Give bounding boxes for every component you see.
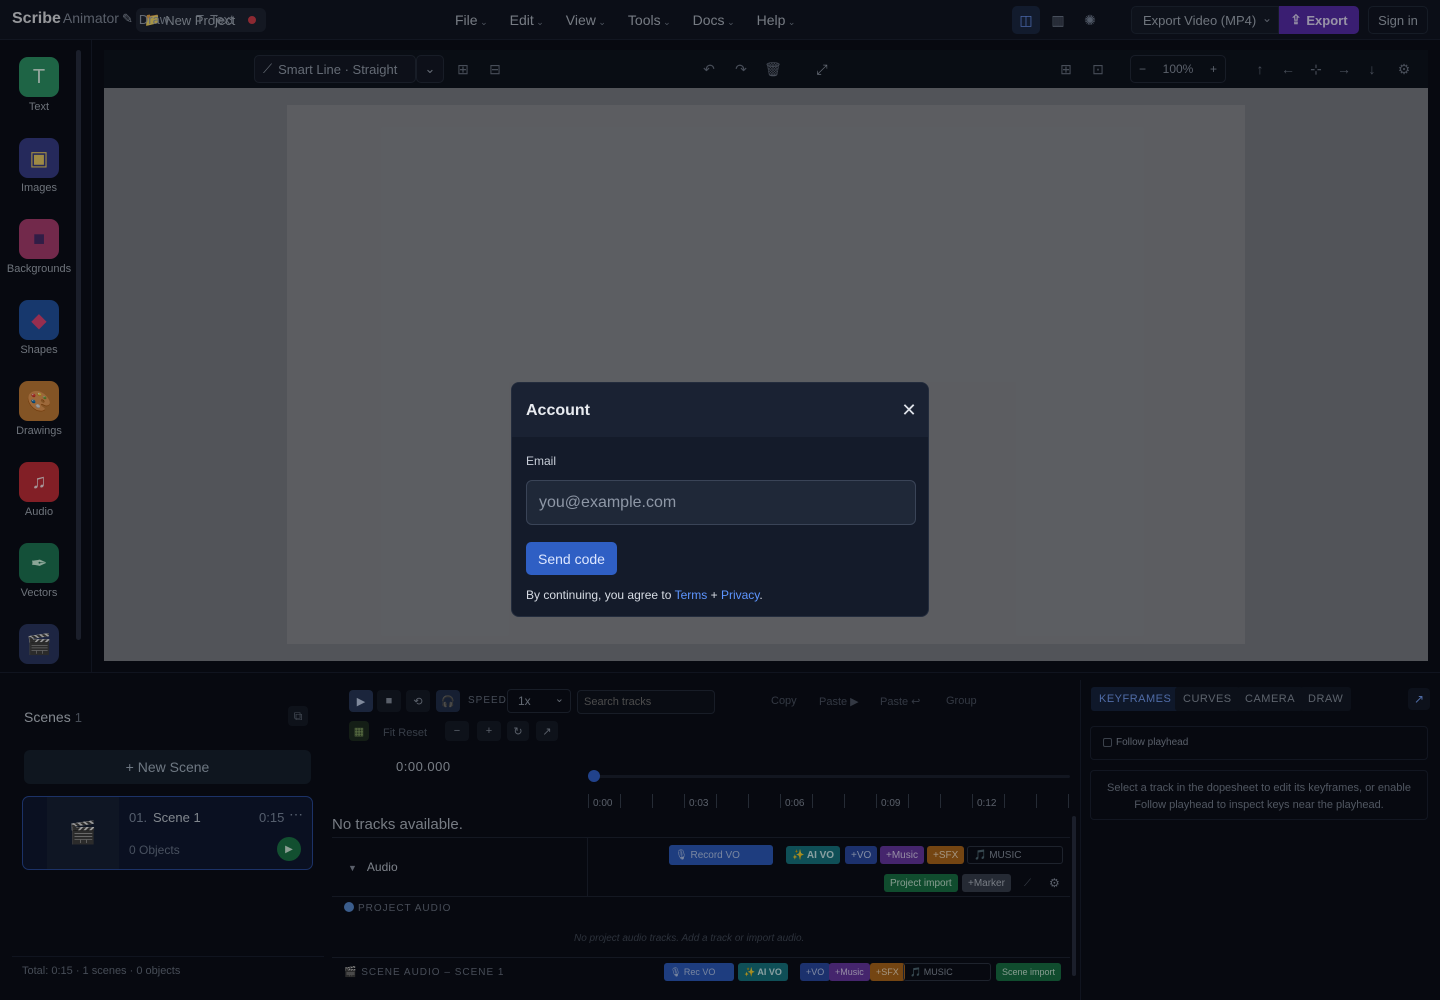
send-code-button[interactable]: Send code: [526, 542, 617, 575]
close-icon[interactable]: ✕: [900, 401, 918, 419]
modal-title: Account: [526, 402, 590, 419]
consent-text: By continuing, you agree to Terms + Priv…: [526, 588, 763, 602]
account-modal: Account ✕ Email Send code By continuing,…: [511, 382, 929, 617]
email-label: Email: [526, 454, 557, 468]
email-input[interactable]: [526, 480, 916, 525]
terms-link[interactable]: Terms: [675, 588, 708, 602]
privacy-link[interactable]: Privacy: [721, 588, 759, 602]
